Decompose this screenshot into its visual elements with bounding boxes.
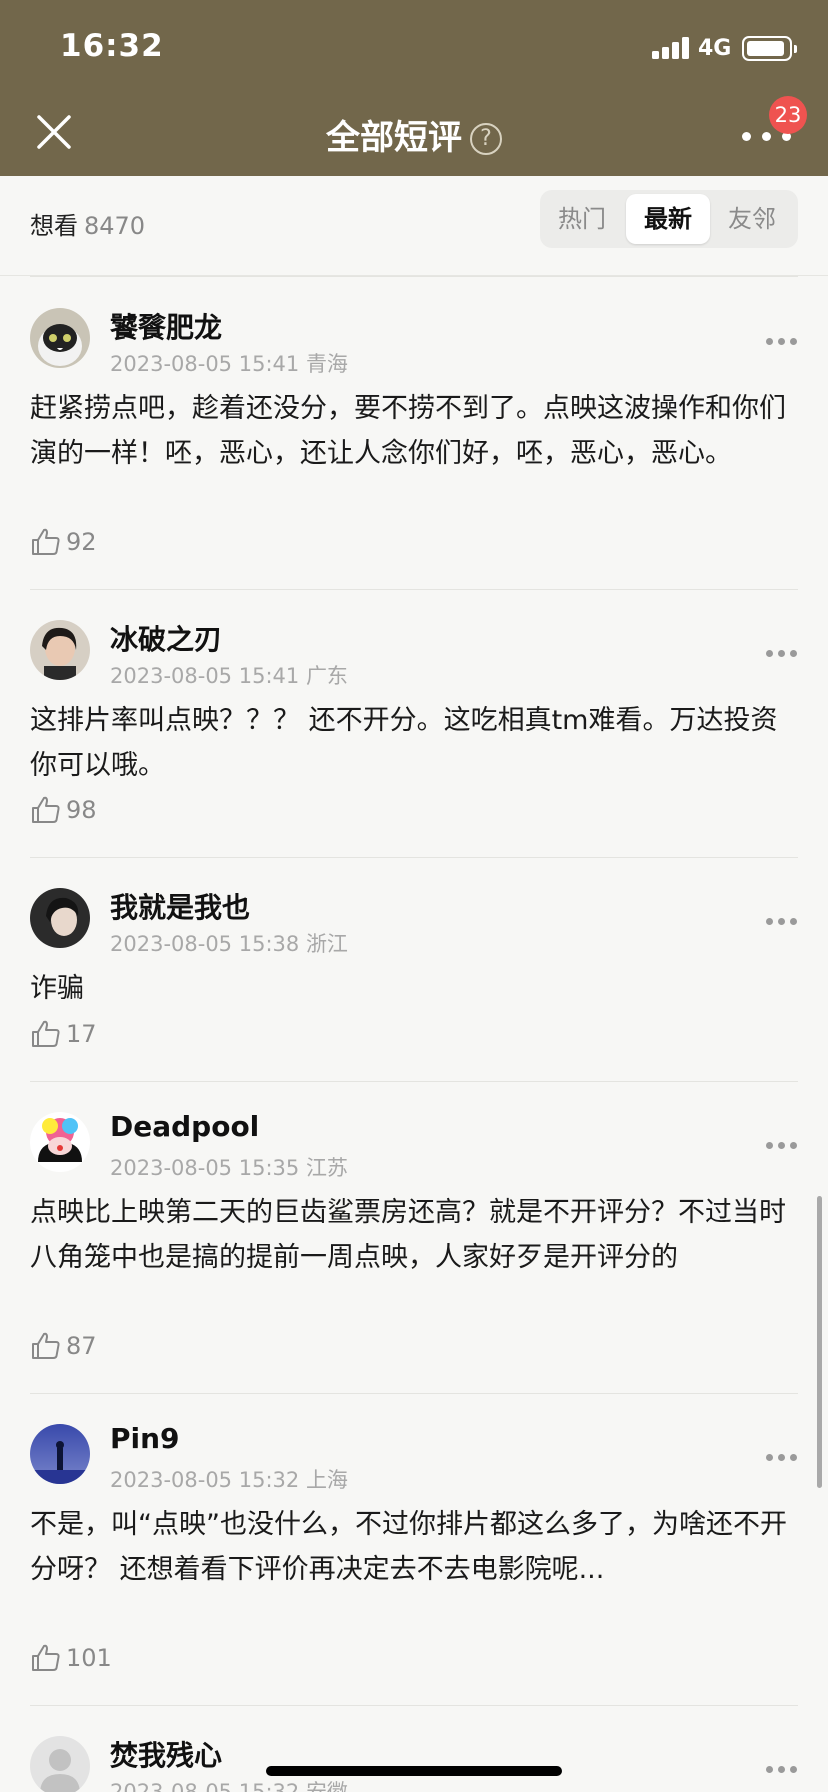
comment-text: 诈骗 — [30, 973, 84, 1004]
want-count: 8470 — [84, 212, 146, 240]
nav-bar: 全部短评? — [0, 96, 828, 176]
divider — [30, 1393, 798, 1394]
divider — [30, 276, 798, 277]
comment-meta: 2023-08-05 15:41 广东 — [110, 660, 348, 690]
comment-author[interactable]: 冰破之刃 — [110, 618, 222, 658]
want-to-see: 想看 8470 — [30, 206, 145, 241]
like-button[interactable]: 87 — [30, 1328, 97, 1364]
comment-date: 2023-08-05 15:38 — [110, 932, 300, 956]
thumbs-up-icon — [32, 1332, 60, 1359]
avatar[interactable] — [30, 308, 90, 368]
comment-author[interactable]: 焚我残心 — [110, 1734, 222, 1774]
divider — [30, 589, 798, 590]
like-count: 17 — [66, 1020, 97, 1048]
comment-meta: 2023-08-05 15:32 安徽 — [110, 1776, 348, 1792]
status-bar: 16:32 4G — [0, 0, 828, 96]
page-title: 全部短评? — [0, 110, 828, 159]
comment-author[interactable]: 饕餮肥龙 — [110, 306, 222, 346]
comment-date: 2023-08-05 15:41 — [110, 352, 300, 376]
comment-meta: 2023-08-05 15:38 浙江 — [110, 928, 348, 958]
comment-region: 安徽 — [305, 1780, 348, 1792]
help-icon[interactable]: ? — [470, 123, 502, 155]
notification-badge: 23 — [769, 96, 807, 134]
avatar[interactable] — [30, 620, 90, 680]
thumbs-up-icon — [32, 1644, 60, 1671]
signal-icon — [652, 37, 690, 59]
network-type: 4G — [698, 36, 732, 61]
like-count: 98 — [66, 796, 97, 824]
comment-region: 江苏 — [305, 1156, 348, 1180]
comment-date: 2023-08-05 15:41 — [110, 664, 300, 688]
comment-meta: 2023-08-05 15:35 江苏 — [110, 1152, 348, 1182]
like-button[interactable]: 101 — [30, 1640, 112, 1676]
comment-region: 广东 — [305, 664, 348, 688]
page-title-text: 全部短评 — [326, 118, 462, 158]
home-indicator[interactable] — [266, 1766, 562, 1776]
comment-more-button[interactable] — [766, 648, 798, 660]
sort-segmented-control: 热门 最新 友邻 — [540, 190, 798, 248]
divider — [30, 1081, 798, 1082]
comment-more-button[interactable] — [766, 1140, 798, 1152]
thumbs-up-icon — [32, 528, 60, 555]
want-label: 想看 — [30, 212, 78, 240]
comment-more-button[interactable] — [766, 916, 798, 928]
comment-text: 不是，叫“点映”也没什么，不过你排片都这么多了，为啥还不开分呀？ 还想着看下评价… — [30, 1509, 787, 1585]
comment-author[interactable]: Pin9 — [110, 1422, 180, 1455]
like-button[interactable]: 92 — [30, 524, 97, 560]
comment-region: 浙江 — [305, 932, 348, 956]
comment-region: 青海 — [305, 352, 348, 376]
like-count: 101 — [66, 1644, 112, 1672]
comment-date: 2023-08-05 15:32 — [110, 1468, 300, 1492]
like-button[interactable]: 98 — [30, 792, 97, 828]
status-time: 16:32 — [60, 28, 164, 64]
comment-date: 2023-08-05 15:32 — [110, 1780, 300, 1792]
comment-text: 赶紧捞点吧，趁着还没分，要不捞不到了。点映这波操作和你们演的一样！呸，恶心，还让… — [30, 393, 786, 469]
tab-friends[interactable]: 友邻 — [710, 194, 794, 244]
comment-meta: 2023-08-05 15:32 上海 — [110, 1464, 348, 1494]
thumbs-up-icon — [32, 1020, 60, 1047]
like-count: 92 — [66, 528, 97, 556]
scrollbar[interactable] — [817, 1196, 822, 1488]
tab-hot[interactable]: 热门 — [540, 194, 624, 244]
comment-more-button[interactable] — [766, 336, 798, 348]
comment-date: 2023-08-05 15:35 — [110, 1156, 300, 1180]
like-count: 87 — [66, 1332, 97, 1360]
avatar[interactable] — [30, 888, 90, 948]
comment-meta: 2023-08-05 15:41 青海 — [110, 348, 348, 378]
comment-author[interactable]: Deadpool — [110, 1110, 259, 1143]
comment-region: 上海 — [305, 1468, 348, 1492]
like-button[interactable]: 17 — [30, 1016, 97, 1052]
thumbs-up-icon — [32, 796, 60, 823]
comment-text: 这排片率叫点映？？？ 还不开分。这吃相真tm难看。万达投资你可以哦。 — [30, 705, 778, 781]
divider — [30, 857, 798, 858]
comment-more-button[interactable] — [766, 1452, 798, 1464]
avatar[interactable] — [30, 1424, 90, 1484]
avatar[interactable] — [30, 1112, 90, 1172]
comment-author[interactable]: 我就是我也 — [110, 886, 250, 926]
comment-text: 点映比上映第二天的巨齿鲨票房还高？就是不开评分？不过当时八角笼中也是搞的提前一周… — [30, 1197, 786, 1273]
filter-bar: 想看 8470 热门 最新 友邻 — [0, 176, 828, 276]
battery-icon — [742, 36, 797, 61]
tab-latest[interactable]: 最新 — [626, 194, 710, 244]
divider — [30, 1705, 798, 1706]
comment-more-button[interactable] — [766, 1764, 798, 1776]
avatar[interactable] — [30, 1736, 90, 1792]
